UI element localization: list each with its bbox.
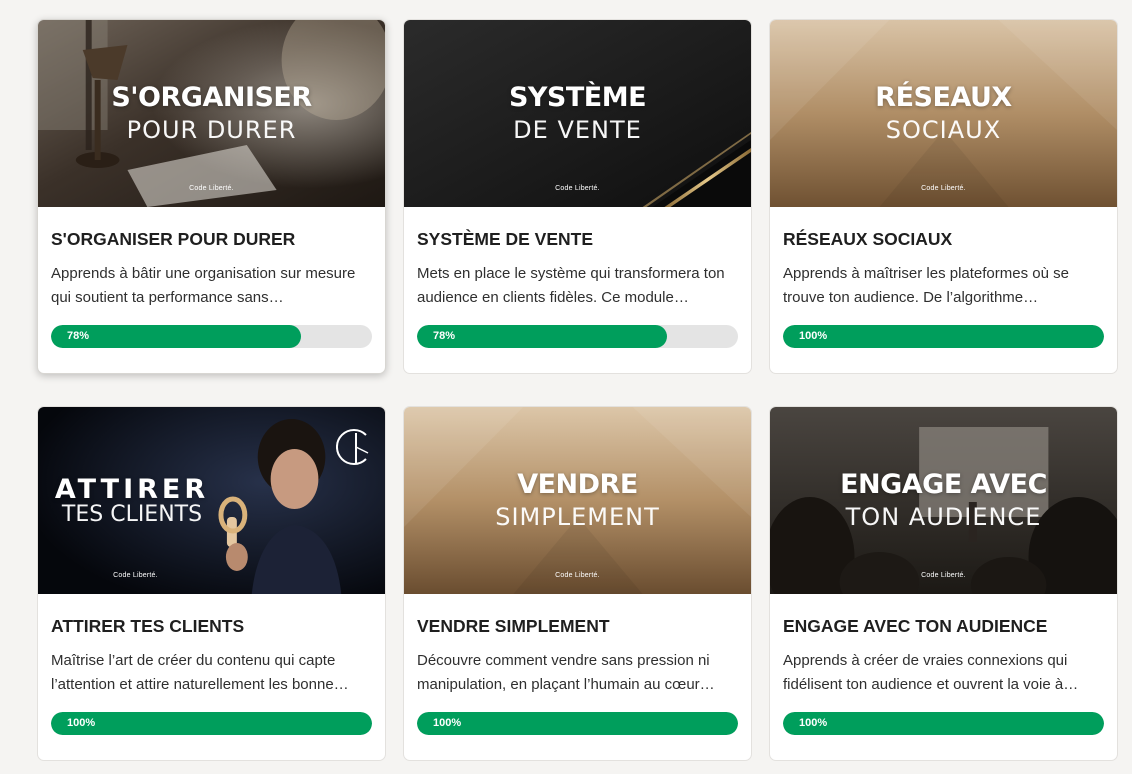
course-description: Apprends à maîtriser les plateformes où …	[783, 265, 1069, 306]
thumbnail-gold-gradient	[404, 407, 751, 594]
thumbnail-subtitle: DE VENTE	[513, 116, 642, 144]
course-description: Apprends à créer de vraies connexions qu…	[783, 652, 1079, 693]
progress-bar: 100%	[51, 712, 372, 735]
progress-bar: 78%	[51, 325, 372, 348]
progress-label: 100%	[799, 330, 828, 342]
thumbnail-subtitle: TES CLIENTS	[61, 502, 203, 527]
course-thumbnail[interactable]: ENGAGE AVEC TON AUDIENCE Code Liberté.	[770, 407, 1117, 594]
brand-watermark: Code Liberté.	[555, 572, 600, 579]
thumbnail-title: SYSTÈME	[508, 82, 647, 113]
course-card-organiser[interactable]: S'ORGANISER POUR DURER Code Liberté. S'O…	[37, 19, 386, 374]
course-description: Mets en place le système qui transformer…	[417, 265, 725, 306]
course-thumbnail[interactable]: SYSTÈME DE VENTE Code Liberté.	[404, 20, 751, 207]
progress-bar: 100%	[417, 712, 738, 735]
thumbnail-photo-desk	[38, 20, 385, 207]
course-description: Apprends à bâtir une organisation sur me…	[51, 265, 356, 306]
progress-fill: 100%	[783, 325, 1104, 348]
thumbnail-conference-photo	[770, 407, 1117, 594]
code-liberte-logo-icon	[336, 429, 369, 465]
course-grid: S'ORGANISER POUR DURER Code Liberté. S'O…	[37, 19, 1118, 761]
brand-watermark: Code Liberté.	[189, 185, 234, 192]
progress-label: 100%	[433, 717, 462, 729]
course-title[interactable]: SYSTÈME DE VENTE	[417, 229, 738, 249]
progress-fill: 100%	[783, 712, 1104, 735]
progress-bar: 100%	[783, 712, 1104, 735]
thumbnail-subtitle: SOCIAUX	[885, 116, 1002, 144]
course-title[interactable]: RÉSEAUX SOCIAUX	[783, 229, 1104, 249]
course-card-engage-avec-ton-audience[interactable]: ENGAGE AVEC TON AUDIENCE Code Liberté. E…	[769, 406, 1118, 761]
progress-label: 100%	[799, 717, 828, 729]
thumbnail-dark-texture	[404, 20, 751, 207]
progress-fill: 100%	[417, 712, 738, 735]
progress-fill: 78%	[417, 325, 668, 348]
thumbnail-subtitle: POUR DURER	[126, 116, 297, 144]
course-thumbnail[interactable]: ATTIRER TES CLIENTS Code Liberté.	[38, 407, 385, 594]
course-card-attirer-tes-clients[interactable]: ATTIRER TES CLIENTS Code Liberté. ATTIRE…	[37, 406, 386, 761]
brand-watermark: Code Liberté.	[113, 572, 158, 579]
progress-label: 78%	[433, 330, 456, 342]
progress-bar: 78%	[417, 325, 738, 348]
brand-watermark: Code Liberté.	[921, 572, 966, 579]
thumbnail-title: RÉSEAUX	[875, 82, 1012, 113]
thumbnail-title: VENDRE	[517, 469, 638, 500]
course-thumbnail[interactable]: S'ORGANISER POUR DURER Code Liberté.	[38, 20, 385, 207]
thumbnail-title: S'ORGANISER	[111, 82, 312, 113]
progress-fill: 78%	[51, 325, 302, 348]
course-card-reseaux-sociaux[interactable]: RÉSEAUX SOCIAUX Code Liberté. RÉSEAUX SO…	[769, 19, 1118, 374]
brand-watermark: Code Liberté.	[921, 185, 966, 192]
brand-watermark: Code Liberté.	[555, 185, 600, 192]
progress-label: 100%	[67, 717, 96, 729]
course-description: Découvre comment vendre sans pression ni…	[417, 652, 715, 693]
course-thumbnail[interactable]: RÉSEAUX SOCIAUX Code Liberté.	[770, 20, 1117, 207]
course-card-systeme-de-vente[interactable]: SYSTÈME DE VENTE Code Liberté. SYSTÈME D…	[403, 19, 752, 374]
thumbnail-subtitle: SIMPLEMENT	[495, 503, 660, 531]
course-thumbnail[interactable]: VENDRE SIMPLEMENT Code Liberté.	[404, 407, 751, 594]
course-title[interactable]: VENDRE SIMPLEMENT	[417, 616, 738, 636]
thumbnail-gold-gradient	[770, 20, 1117, 207]
course-title[interactable]: ATTIRER TES CLIENTS	[51, 616, 372, 636]
course-description: Maîtrise l’art de créer du contenu qui c…	[51, 652, 349, 693]
progress-bar: 100%	[783, 325, 1104, 348]
course-title[interactable]: ENGAGE AVEC TON AUDIENCE	[783, 616, 1104, 636]
thumbnail-subtitle: TON AUDIENCE	[845, 503, 1042, 531]
progress-fill: 100%	[51, 712, 372, 735]
progress-label: 78%	[67, 330, 90, 342]
course-title[interactable]: S'ORGANISER POUR DURER	[51, 229, 372, 249]
thumbnail-title: ENGAGE AVEC	[840, 469, 1047, 500]
course-card-vendre-simplement[interactable]: VENDRE SIMPLEMENT Code Liberté. VENDRE S…	[403, 406, 752, 761]
